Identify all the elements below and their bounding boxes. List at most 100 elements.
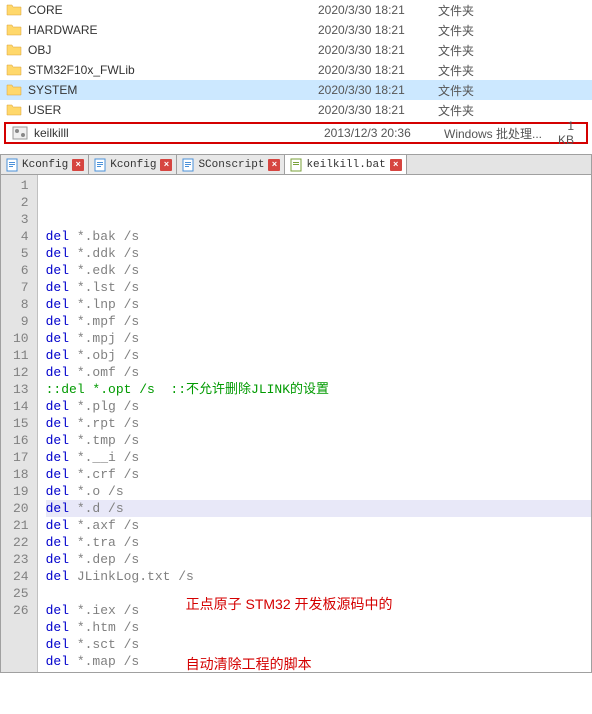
tab-bar: Kconfig × Kconfig × SConscript × keilkill.bat × xyxy=(1,155,591,175)
folder-icon xyxy=(6,62,22,78)
file-name: STM32F10x_FWLib xyxy=(28,63,318,77)
folder-icon xyxy=(6,42,22,58)
line-number: 2 xyxy=(13,194,29,211)
line-number: 13 xyxy=(13,381,29,398)
code-line: del *.lnp /s xyxy=(46,296,591,313)
document-icon xyxy=(5,158,19,172)
code-line: del *.edk /s xyxy=(46,262,591,279)
file-size: 1 KB xyxy=(554,119,580,147)
file-date: 2020/3/30 18:21 xyxy=(318,3,438,17)
line-number: 7 xyxy=(13,279,29,296)
code-line: del *.axf /s xyxy=(46,517,591,534)
bat-file-icon xyxy=(12,125,28,141)
folder-icon xyxy=(6,82,22,98)
code-line: del *.obj /s xyxy=(46,347,591,364)
tab-label: Kconfig xyxy=(110,159,156,171)
file-type: 文件夹 xyxy=(438,102,548,119)
file-name: HARDWARE xyxy=(28,23,318,37)
file-type: 文件夹 xyxy=(438,22,548,39)
document-icon xyxy=(93,158,107,172)
code-area: 1234567891011121314151617181920212223242… xyxy=(1,175,591,672)
file-row[interactable]: OBJ2020/3/30 18:21文件夹 xyxy=(0,40,592,60)
file-row[interactable]: USER2020/3/30 18:21文件夹 xyxy=(0,100,592,120)
code-line: del *.tra /s xyxy=(46,534,591,551)
tab-close-icon[interactable]: × xyxy=(268,159,280,171)
code-line: del *.tmp /s xyxy=(46,432,591,449)
editor-tab[interactable]: keilkill.bat × xyxy=(285,155,406,174)
code-line: del *.o /s xyxy=(46,483,591,500)
code-line: del *.crf /s xyxy=(46,466,591,483)
line-number: 19 xyxy=(13,483,29,500)
code-line: del *.lst /s xyxy=(46,279,591,296)
file-row[interactable]: CORE2020/3/30 18:21文件夹 xyxy=(0,0,592,20)
editor: Kconfig × Kconfig × SConscript × keilkill.bat ×… xyxy=(0,154,592,673)
file-name: USER xyxy=(28,103,318,117)
line-number: 23 xyxy=(13,551,29,568)
file-row[interactable]: STM32F10x_FWLib2020/3/30 18:21文件夹 xyxy=(0,60,592,80)
file-date: 2020/3/30 18:21 xyxy=(318,43,438,57)
line-number: 4 xyxy=(13,228,29,245)
line-number: 5 xyxy=(13,245,29,262)
file-type: 文件夹 xyxy=(438,82,548,99)
code-line: del *.__i /s xyxy=(46,449,591,466)
code-line: ::del *.opt /s ::不允许删除JLINK的设置 xyxy=(46,381,591,398)
file-date: 2020/3/30 18:21 xyxy=(318,63,438,77)
line-number: 25 xyxy=(13,585,29,602)
editor-tab[interactable]: Kconfig × xyxy=(89,155,177,174)
line-number: 10 xyxy=(13,330,29,347)
code-line: del *.omf /s xyxy=(46,364,591,381)
file-row[interactable]: HARDWARE2020/3/30 18:21文件夹 xyxy=(0,20,592,40)
line-number: 12 xyxy=(13,364,29,381)
annotation-line-1: 正点原子 STM32 开发板源码中的 xyxy=(186,594,393,614)
line-number: 20 xyxy=(13,500,29,517)
annotation: 正点原子 STM32 开发板源码中的 自动清除工程的脚本 xyxy=(186,554,393,714)
file-type: Windows 批处理... xyxy=(444,125,554,142)
tab-close-icon[interactable]: × xyxy=(390,159,402,171)
line-number: 21 xyxy=(13,517,29,534)
code-line: del *.plg /s xyxy=(46,398,591,415)
line-number: 11 xyxy=(13,347,29,364)
file-list: CORE2020/3/30 18:21文件夹HARDWARE2020/3/30 … xyxy=(0,0,592,144)
folder-icon xyxy=(6,22,22,38)
annotation-line-2: 自动清除工程的脚本 xyxy=(186,654,393,674)
tab-label: Kconfig xyxy=(22,159,68,171)
editor-tab[interactable]: SConscript × xyxy=(177,155,285,174)
file-date: 2020/3/30 18:21 xyxy=(318,103,438,117)
line-number: 18 xyxy=(13,466,29,483)
folder-icon xyxy=(6,2,22,18)
line-number: 15 xyxy=(13,415,29,432)
file-type: 文件夹 xyxy=(438,62,548,79)
line-number: 8 xyxy=(13,296,29,313)
line-number: 24 xyxy=(13,568,29,585)
tab-close-icon[interactable]: × xyxy=(160,159,172,171)
code-line: del *.mpj /s xyxy=(46,330,591,347)
file-row[interactable]: SYSTEM2020/3/30 18:21文件夹 xyxy=(0,80,592,100)
file-type: 文件夹 xyxy=(438,42,548,59)
code-body[interactable]: 正点原子 STM32 开发板源码中的 自动清除工程的脚本 del *.bak /… xyxy=(38,175,591,672)
line-number: 9 xyxy=(13,313,29,330)
file-row[interactable]: keilkilll2013/12/3 20:36Windows 批处理...1 … xyxy=(4,122,588,144)
line-number: 17 xyxy=(13,449,29,466)
bat-file-icon xyxy=(289,158,303,172)
code-line: del *.bak /s xyxy=(46,228,591,245)
code-line: del *.rpt /s xyxy=(46,415,591,432)
line-number: 16 xyxy=(13,432,29,449)
tab-label: SConscript xyxy=(198,159,264,171)
line-number: 26 xyxy=(13,602,29,619)
code-line: del *.mpf /s xyxy=(46,313,591,330)
tab-close-icon[interactable]: × xyxy=(72,159,84,171)
line-number: 14 xyxy=(13,398,29,415)
file-name: OBJ xyxy=(28,43,318,57)
file-name: SYSTEM xyxy=(28,83,318,97)
line-number: 1 xyxy=(13,177,29,194)
file-name: keilkilll xyxy=(34,126,324,140)
document-icon xyxy=(181,158,195,172)
code-line: del *.d /s xyxy=(46,500,591,517)
code-line: del *.ddk /s xyxy=(46,245,591,262)
line-number: 6 xyxy=(13,262,29,279)
file-date: 2013/12/3 20:36 xyxy=(324,126,444,140)
editor-tab[interactable]: Kconfig × xyxy=(1,155,89,174)
file-name: CORE xyxy=(28,3,318,17)
file-date: 2020/3/30 18:21 xyxy=(318,23,438,37)
tab-label: keilkill.bat xyxy=(306,159,385,171)
